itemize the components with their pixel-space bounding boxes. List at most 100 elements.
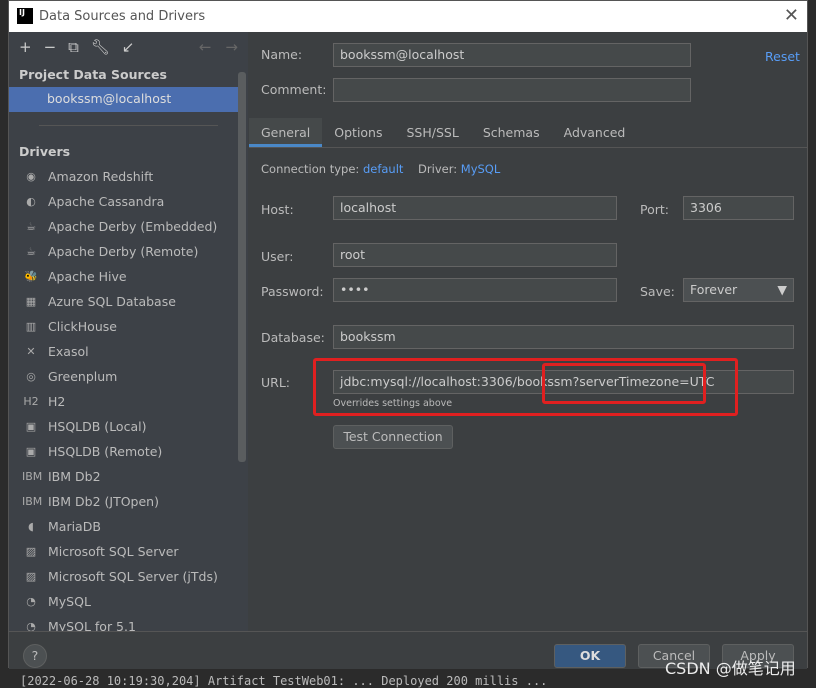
driver-icon: IBM: [22, 495, 43, 508]
drivers-heading: Drivers: [19, 144, 71, 159]
driver-icon: ◐: [26, 195, 36, 208]
dialog: IJ Data Sources and Drivers ✕ + − ⧉ 🔧︎ ↙ ← → …: [8, 0, 808, 669]
password-input[interactable]: ••••: [333, 278, 617, 302]
wrench-icon[interactable]: 🔧︎: [91, 38, 110, 56]
port-input[interactable]: 3306: [683, 196, 794, 220]
driver-label: Microsoft SQL Server: [48, 544, 179, 559]
host-input[interactable]: localhost: [333, 196, 617, 220]
project-data-sources-heading: Project Data Sources: [19, 67, 167, 82]
driver-item[interactable]: IBM IBM Db2 (JTOpen): [9, 489, 248, 514]
conn-type-link[interactable]: default: [363, 162, 403, 176]
driver-label: H2: [48, 394, 66, 409]
driver-label: Apache Derby (Remote): [48, 244, 199, 259]
port-label: Port:: [640, 202, 669, 217]
driver-label: IBM Db2: [48, 469, 101, 484]
tab-general[interactable]: General: [249, 118, 323, 147]
driver-icon: ◎: [26, 370, 36, 383]
driver-item[interactable]: ▨ Microsoft SQL Server (jTds): [9, 564, 248, 589]
driver-label: Greenplum: [48, 369, 118, 384]
driver-item[interactable]: ▦ Azure SQL Database: [9, 289, 248, 314]
driver-label: Exasol: [48, 344, 89, 359]
driver-icon: ◔: [26, 595, 36, 608]
add-icon[interactable]: +: [19, 38, 32, 56]
conn-type-label: Connection type:: [261, 162, 360, 176]
sidebar: + − ⧉ 🔧︎ ↙ ← → Project Data Sources bookssm@l…: [9, 32, 248, 631]
save-label: Save:: [640, 284, 675, 299]
driver-link[interactable]: MySQL: [461, 162, 501, 176]
driver-label: MariaDB: [48, 519, 101, 534]
tab-ssh-ssl[interactable]: SSH/SSL: [395, 118, 471, 147]
driver-icon: 🐝: [24, 270, 38, 283]
driver-item[interactable]: ◎ Greenplum: [9, 364, 248, 389]
driver-item[interactable]: 🐝 Apache Hive: [9, 264, 248, 289]
comment-label: Comment:: [261, 82, 327, 97]
driver-label: Azure SQL Database: [48, 294, 176, 309]
save-select[interactable]: Forever ▼: [683, 278, 794, 302]
chevron-down-icon: ▼: [777, 282, 787, 297]
window-title: Data Sources and Drivers: [39, 9, 206, 24]
driver-item[interactable]: ◔ MySQL for 5.1: [9, 614, 248, 631]
driver-icon: ▣: [25, 420, 37, 433]
user-input[interactable]: root: [333, 243, 617, 267]
driver-item[interactable]: ▥ ClickHouse: [9, 314, 248, 339]
driver-label: Apache Cassandra: [48, 194, 165, 209]
driver-icon: IBM: [22, 470, 43, 483]
driver-item[interactable]: H2 H2: [9, 389, 248, 414]
back-icon[interactable]: ←: [199, 38, 212, 56]
divider: [39, 125, 218, 126]
import-icon[interactable]: ↙: [122, 38, 135, 56]
help-button[interactable]: ?: [23, 644, 47, 668]
driver-label: Apache Derby (Embedded): [48, 219, 218, 234]
driver-label: ClickHouse: [48, 319, 117, 334]
driver-item[interactable]: ▣ HSQLDB (Remote): [9, 439, 248, 464]
comment-input[interactable]: [333, 78, 691, 102]
url-label: URL:: [261, 375, 291, 390]
driver-icon: ▥: [25, 320, 37, 333]
name-input[interactable]: bookssm@localhost: [333, 43, 691, 67]
tab-options[interactable]: Options: [322, 118, 394, 147]
driver-label: HSQLDB (Remote): [48, 444, 163, 459]
intellij-logo: IJ: [17, 8, 33, 24]
driver-item[interactable]: ▨ Microsoft SQL Server: [9, 539, 248, 564]
driver-icon: ◔: [26, 620, 36, 631]
tab-bar: General Options SSH/SSL Schemas Advanced: [249, 118, 807, 148]
driver-icon: ☕: [26, 245, 36, 258]
driver-label: Amazon Redshift: [48, 169, 154, 184]
remove-icon[interactable]: −: [44, 38, 57, 56]
close-icon[interactable]: ✕: [784, 5, 799, 26]
driver-item[interactable]: ◐ Apache Cassandra: [9, 189, 248, 214]
driver-icon: ▦: [25, 295, 37, 308]
highlight-box-param: [542, 363, 706, 404]
tab-schemas[interactable]: Schemas: [471, 118, 552, 147]
driver-item[interactable]: ☕ Apache Derby (Remote): [9, 239, 248, 264]
password-label: Password:: [261, 284, 324, 299]
connection-info: Connection type: default Driver: MySQL: [261, 162, 500, 176]
ok-button[interactable]: OK: [554, 644, 626, 668]
driver-icon: ✕: [26, 345, 36, 358]
sidebar-scrollbar[interactable]: [238, 72, 246, 462]
test-connection-button[interactable]: Test Connection: [333, 425, 453, 449]
datasource-item[interactable]: bookssm@localhost: [9, 87, 242, 112]
driver-item[interactable]: ◉ Amazon Redshift: [9, 164, 248, 189]
driver-item[interactable]: ▣ HSQLDB (Local): [9, 414, 248, 439]
driver-label: Driver:: [418, 162, 458, 176]
copy-icon[interactable]: ⧉: [68, 38, 79, 56]
driver-item[interactable]: ◔ MySQL: [9, 589, 248, 614]
name-label: Name:: [261, 47, 303, 62]
save-value: Forever: [690, 282, 738, 297]
driver-item[interactable]: ☕ Apache Derby (Embedded): [9, 214, 248, 239]
reset-link[interactable]: Reset: [765, 49, 800, 64]
driver-icon: ☕: [26, 220, 36, 233]
tab-advanced[interactable]: Advanced: [552, 118, 638, 147]
forward-icon[interactable]: →: [225, 38, 238, 56]
driver-item[interactable]: ◖ MariaDB: [9, 514, 248, 539]
driver-item[interactable]: ✕ Exasol: [9, 339, 248, 364]
sidebar-toolbar: + − ⧉ 🔧︎ ↙ ← →: [9, 32, 248, 62]
database-input[interactable]: bookssm: [333, 325, 794, 349]
driver-icon: H2: [23, 395, 39, 408]
driver-icon: ◉: [26, 170, 36, 183]
watermark: CSDN @做笔记用: [665, 659, 796, 678]
settings-panel: Name: bookssm@localhost Reset Comment: G…: [249, 32, 807, 631]
database-label: Database:: [261, 330, 325, 345]
driver-item[interactable]: IBM IBM Db2: [9, 464, 248, 489]
